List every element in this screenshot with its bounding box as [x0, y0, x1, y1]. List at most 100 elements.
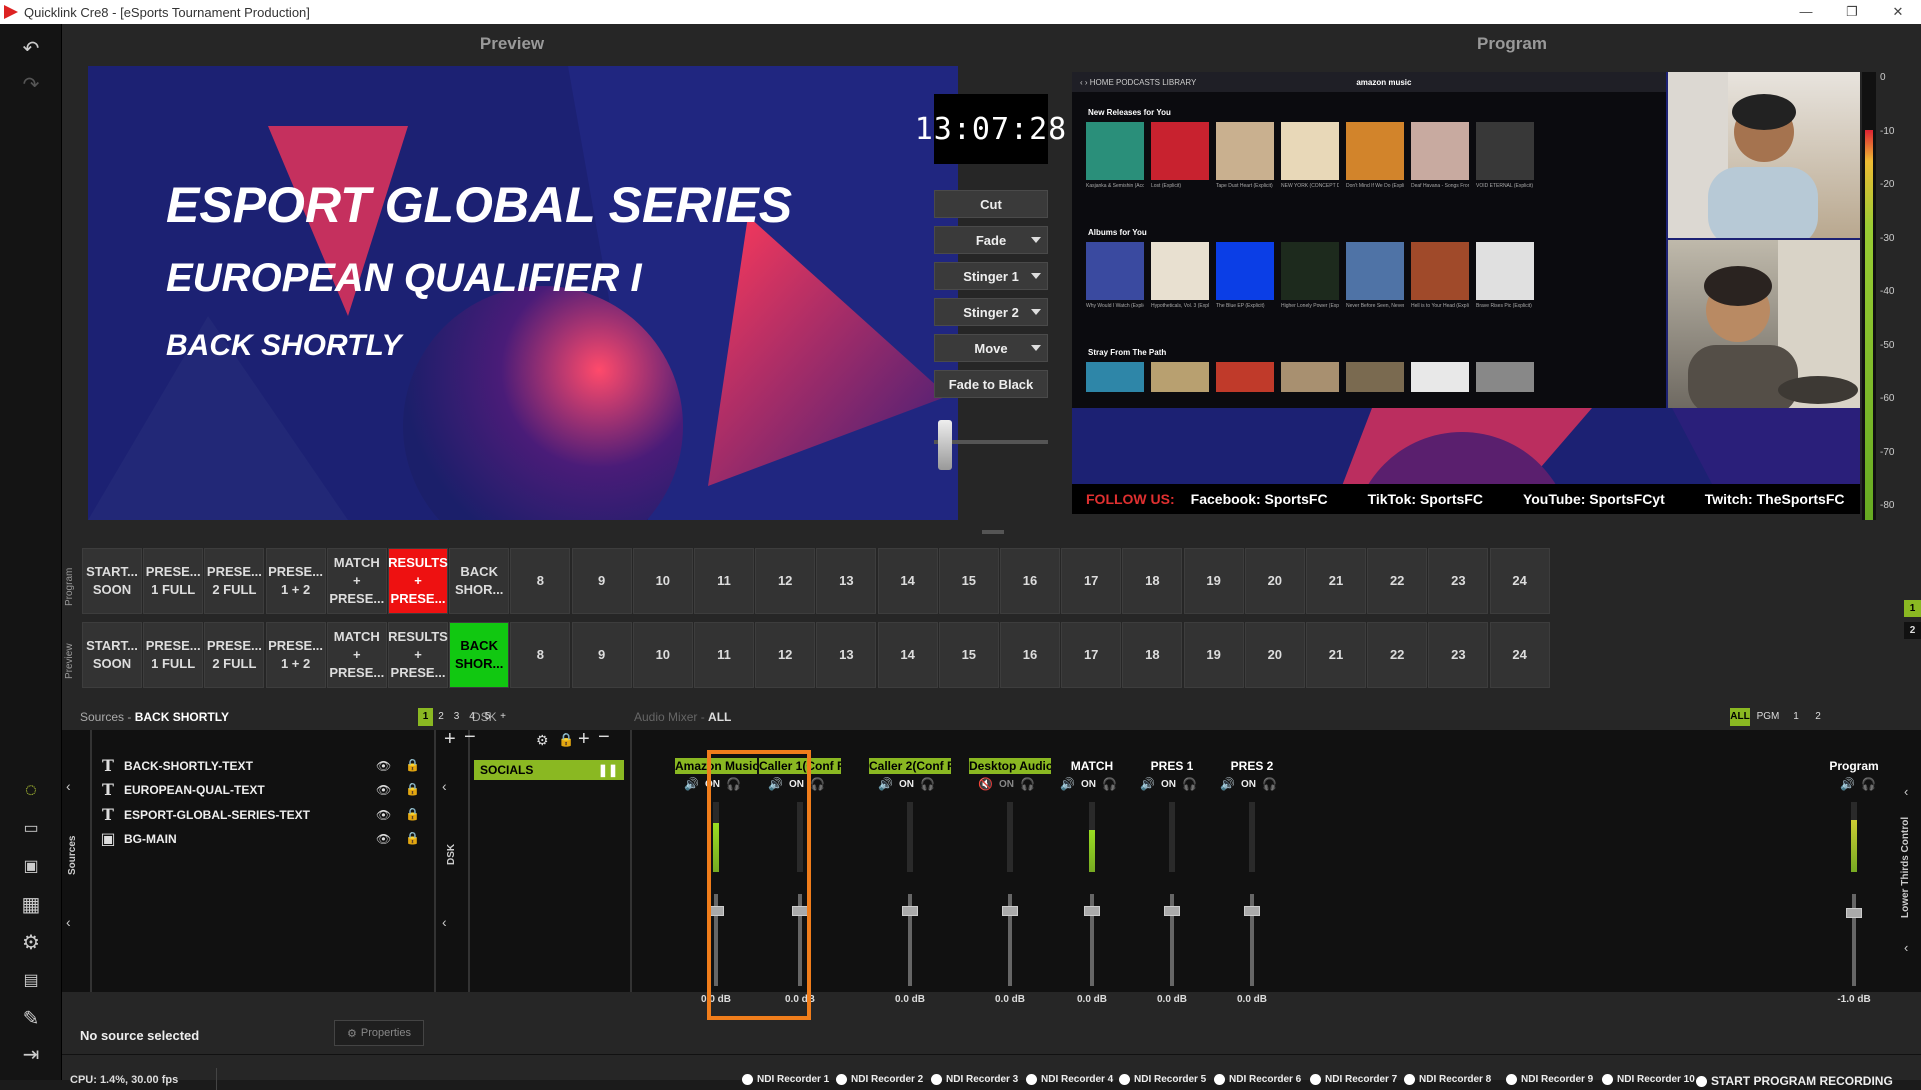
dsk-page-tab[interactable]: 1 [418, 708, 433, 726]
program-switch-button[interactable]: 24 [1489, 548, 1550, 614]
lock-icon[interactable]: 🔒 [405, 807, 420, 821]
channel-on-toggle[interactable]: ON [1081, 779, 1096, 790]
preview-switch-button[interactable]: PRESE... 2 FULL [204, 622, 265, 688]
channel-on-toggle[interactable]: ON [999, 779, 1014, 790]
tbar-handle[interactable] [938, 420, 952, 470]
channel-on-toggle[interactable]: ON [899, 779, 914, 790]
sources-collapse-icon[interactable]: ‹ [66, 778, 71, 794]
preview-switch-button[interactable]: 13 [816, 622, 877, 688]
source-item[interactable]: EUROPEAN-QUAL-TEXT [124, 780, 265, 800]
program-monitor[interactable]: ‹ › HOME PODCASTS LIBRARY amazon music Ne… [1072, 72, 1860, 514]
eye-icon[interactable]: 👁 [376, 833, 392, 845]
monitor-icon[interactable]: ▭ [17, 814, 45, 842]
preview-switch-button[interactable]: 16 [1000, 622, 1060, 688]
exit-icon[interactable]: ⇥ [17, 1040, 45, 1068]
properties-button[interactable]: ⚙ Properties [334, 1020, 424, 1046]
channel-fader-knob[interactable] [1084, 906, 1100, 916]
eye-icon[interactable]: 👁 [376, 760, 392, 772]
eye-icon[interactable]: 👁 [376, 784, 392, 796]
speaker-icon[interactable]: 🔊 [1840, 777, 1855, 791]
headphones-icon[interactable]: 🎧 [1861, 777, 1876, 791]
dsk-item-socials[interactable]: SOCIALS ❚❚ [474, 760, 624, 780]
preview-monitor[interactable]: ESPORT GLOBAL SERIES EUROPEAN QUALIFIER … [88, 66, 958, 520]
preview-switch-button[interactable]: RESULTS + PRESE... [388, 622, 448, 688]
preview-switch-button[interactable]: 19 [1183, 622, 1244, 688]
chevron-down-icon[interactable] [1031, 345, 1041, 351]
tools-icon[interactable]: ✎ [17, 1004, 45, 1032]
preview-switch-button[interactable]: 15 [938, 622, 999, 688]
program-switch-button[interactable]: 15 [938, 548, 999, 614]
lock-icon[interactable]: 🔒 [405, 758, 420, 772]
mixer-tab[interactable]: 1 [1786, 708, 1806, 726]
lock-icon[interactable]: 🔒 [405, 782, 420, 796]
fade-to-black-button[interactable]: Fade to Black [934, 370, 1048, 398]
folder-icon[interactable]: ▤ [17, 966, 45, 994]
add-dsk-icon[interactable]: + [578, 728, 590, 751]
preview-switch-button[interactable]: PRESE... 1 + 2 [265, 622, 326, 688]
splitter-handle[interactable] [982, 530, 1004, 534]
program-switch-button[interactable]: 10 [632, 548, 693, 614]
program-switch-button[interactable]: 22 [1367, 548, 1428, 614]
eye-icon[interactable]: 👁 [376, 809, 392, 821]
headphones-icon[interactable]: 🎧 [1262, 777, 1277, 791]
cut-button[interactable]: Cut [934, 190, 1048, 218]
headphones-icon[interactable]: 🎧 [810, 777, 825, 791]
preview-switch-button[interactable]: 17 [1061, 622, 1122, 688]
move-button[interactable]: Move [934, 334, 1048, 362]
minimize-button[interactable]: — [1783, 0, 1829, 24]
program-switch-button[interactable]: MATCH + PRESE... [326, 548, 387, 614]
program-switch-button[interactable]: PRESE... 1 + 2 [265, 548, 326, 614]
dsk-page-tab[interactable]: 2 [434, 708, 449, 726]
channel-fader-knob[interactable] [1002, 906, 1018, 916]
program-switch-button[interactable]: 23 [1428, 548, 1489, 614]
dsk-collapse-icon[interactable]: ‹ [442, 778, 447, 794]
speaker-icon[interactable]: 🔊 [1060, 777, 1075, 791]
chevron-down-icon[interactable] [1031, 273, 1041, 279]
remove-source-icon[interactable]: − [464, 726, 476, 749]
preview-switch-button[interactable]: 22 [1367, 622, 1428, 688]
preview-switch-button[interactable]: 23 [1428, 622, 1489, 688]
start-program-recording-button[interactable]: START PROGRAM RECORDING [1696, 1074, 1893, 1088]
dsk-page-tab[interactable]: 5 [480, 708, 495, 726]
program-switch-button[interactable]: 12 [755, 548, 816, 614]
preview-switch-button[interactable]: 8 [510, 622, 571, 688]
program-switch-button[interactable]: 21 [1306, 548, 1366, 614]
stinger2-button[interactable]: Stinger 2 [934, 298, 1048, 326]
preview-switch-button[interactable]: 12 [755, 622, 816, 688]
preview-switch-button[interactable]: 24 [1489, 622, 1550, 688]
dsk-expand-icon[interactable]: ‹ [442, 914, 447, 930]
speaker-icon[interactable]: 🔊 [684, 777, 699, 791]
headphones-icon[interactable]: 🎧 [920, 777, 935, 791]
program-switch-button[interactable]: 16 [1000, 548, 1060, 614]
mixer-channel-name[interactable]: Caller 2(Conf Room [869, 758, 951, 774]
redo-icon[interactable]: ↷ [17, 70, 45, 98]
preview-switch-button[interactable]: BACK SHOR... [449, 622, 510, 688]
preview-switch-button[interactable]: 11 [694, 622, 754, 688]
layout-icon[interactable]: ▦ [17, 890, 45, 918]
chevron-down-icon[interactable] [1031, 309, 1041, 315]
program-switch-button[interactable]: PRESE... 1 FULL [143, 548, 204, 614]
lock-icon[interactable]: 🔒 [558, 732, 574, 748]
mixer-channel-name[interactable]: PRES 1 [1138, 758, 1206, 774]
speaker-icon[interactable]: 🔊 [1220, 777, 1235, 791]
chevron-down-icon[interactable] [1031, 237, 1041, 243]
gear-icon[interactable]: ⚙ [536, 732, 549, 749]
program-switch-button[interactable]: BACK SHOR... [449, 548, 510, 614]
preview-switch-button[interactable]: 18 [1122, 622, 1183, 688]
program-switch-button[interactable]: 14 [877, 548, 938, 614]
dsk-page-tab[interactable]: + [496, 708, 511, 726]
speaker-muted-icon[interactable]: 🔇 [978, 777, 993, 791]
source-item[interactable]: BG-MAIN [124, 829, 177, 849]
channel-fader-knob[interactable] [902, 906, 918, 916]
gear-icon[interactable]: ⚙ [17, 928, 45, 956]
mixer-channel-name[interactable]: PRES 2 [1218, 758, 1286, 774]
program-switch-button[interactable]: RESULTS + PRESE... [388, 548, 448, 614]
channel-fader-knob[interactable] [1164, 906, 1180, 916]
multiview-icon[interactable]: ▣ [17, 852, 45, 880]
speaker-icon[interactable]: 🔊 [1140, 777, 1155, 791]
dsk-page-tab[interactable]: 3 [449, 708, 464, 726]
preview-switch-button[interactable]: 9 [571, 622, 632, 688]
lower-thirds-collapse-icon[interactable]: ‹ [1904, 784, 1908, 799]
program-switch-button[interactable]: 19 [1183, 548, 1244, 614]
program-switch-button[interactable]: 20 [1244, 548, 1305, 614]
